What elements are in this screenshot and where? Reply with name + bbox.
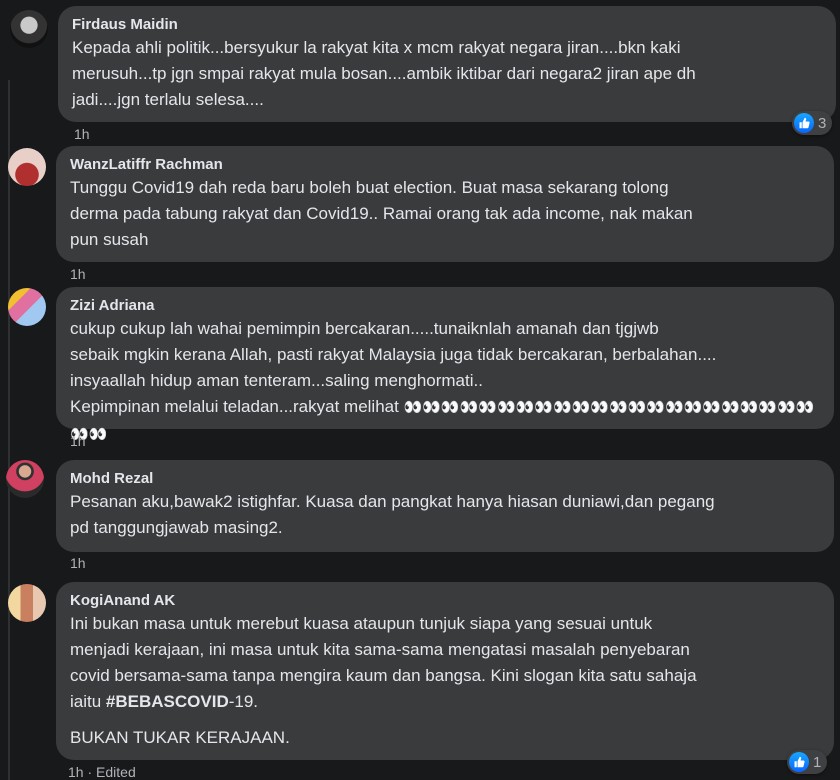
reaction-summary[interactable]: 1 bbox=[787, 750, 828, 774]
like-icon bbox=[789, 752, 809, 772]
comment-author[interactable]: Mohd Rezal bbox=[70, 469, 820, 489]
comment-text-paragraph: BUKAN TUKAR KERAJAAN. bbox=[70, 728, 290, 747]
comment-author[interactable]: Firdaus Maidin bbox=[72, 15, 822, 35]
comment-timestamp[interactable]: 1h bbox=[70, 555, 86, 571]
comment-bubble: Mohd Rezal Pesanan aku,bawak2 istighfar.… bbox=[56, 460, 834, 552]
comment-meta: 1h · Edited bbox=[68, 764, 136, 780]
comment-text: Tunggu Covid19 dah reda baru boleh buat … bbox=[70, 178, 693, 249]
comment-text: Ini bukan masa untuk merebut kuasa ataup… bbox=[70, 614, 697, 711]
comment-timestamp[interactable]: 1h bbox=[68, 764, 84, 780]
like-icon bbox=[794, 113, 814, 133]
avatar[interactable] bbox=[6, 460, 44, 498]
comment-text: Kepada ahli politik...bersyukur la rakya… bbox=[72, 38, 696, 109]
comment-meta: 1h bbox=[74, 126, 90, 142]
comment-timestamp[interactable]: 1h bbox=[70, 266, 86, 282]
comment-text: Pesanan aku,bawak2 istighfar. Kuasa dan … bbox=[70, 492, 715, 537]
comment-author[interactable]: KogiAnand AK bbox=[70, 591, 820, 611]
comment-meta: 1h bbox=[70, 266, 86, 282]
comment-meta: 1h bbox=[70, 555, 86, 571]
comment-text: cukup cukup lah wahai pemimpin bercakara… bbox=[70, 319, 815, 443]
avatar[interactable] bbox=[8, 584, 46, 622]
reaction-count: 3 bbox=[818, 114, 827, 132]
comment-bubble: Firdaus Maidin Kepada ahli politik...ber… bbox=[58, 6, 836, 122]
reaction-count: 1 bbox=[813, 753, 822, 771]
comment-timestamp[interactable]: 1h bbox=[74, 126, 90, 142]
comment-bubble: Zizi Adriana cukup cukup lah wahai pemim… bbox=[56, 287, 834, 443]
comment-bubble: WanzLatiffr Rachman Tunggu Covid19 dah r… bbox=[56, 146, 834, 262]
hashtag-link[interactable]: #BEBASCOVID bbox=[106, 692, 229, 711]
reaction-summary[interactable]: 3 bbox=[792, 111, 833, 135]
comment-author[interactable]: WanzLatiffr Rachman bbox=[70, 155, 820, 175]
avatar[interactable] bbox=[8, 148, 46, 186]
comment-author[interactable]: Zizi Adriana bbox=[70, 296, 820, 316]
avatar[interactable] bbox=[10, 10, 48, 48]
comment-meta: 1h bbox=[70, 433, 86, 449]
comment-timestamp[interactable]: 1h bbox=[70, 433, 86, 449]
avatar[interactable] bbox=[8, 288, 46, 326]
comment-bubble: KogiAnand AK Ini bukan masa untuk merebu… bbox=[56, 582, 834, 760]
thread-line bbox=[8, 80, 10, 780]
edited-label[interactable]: Edited bbox=[96, 764, 136, 780]
